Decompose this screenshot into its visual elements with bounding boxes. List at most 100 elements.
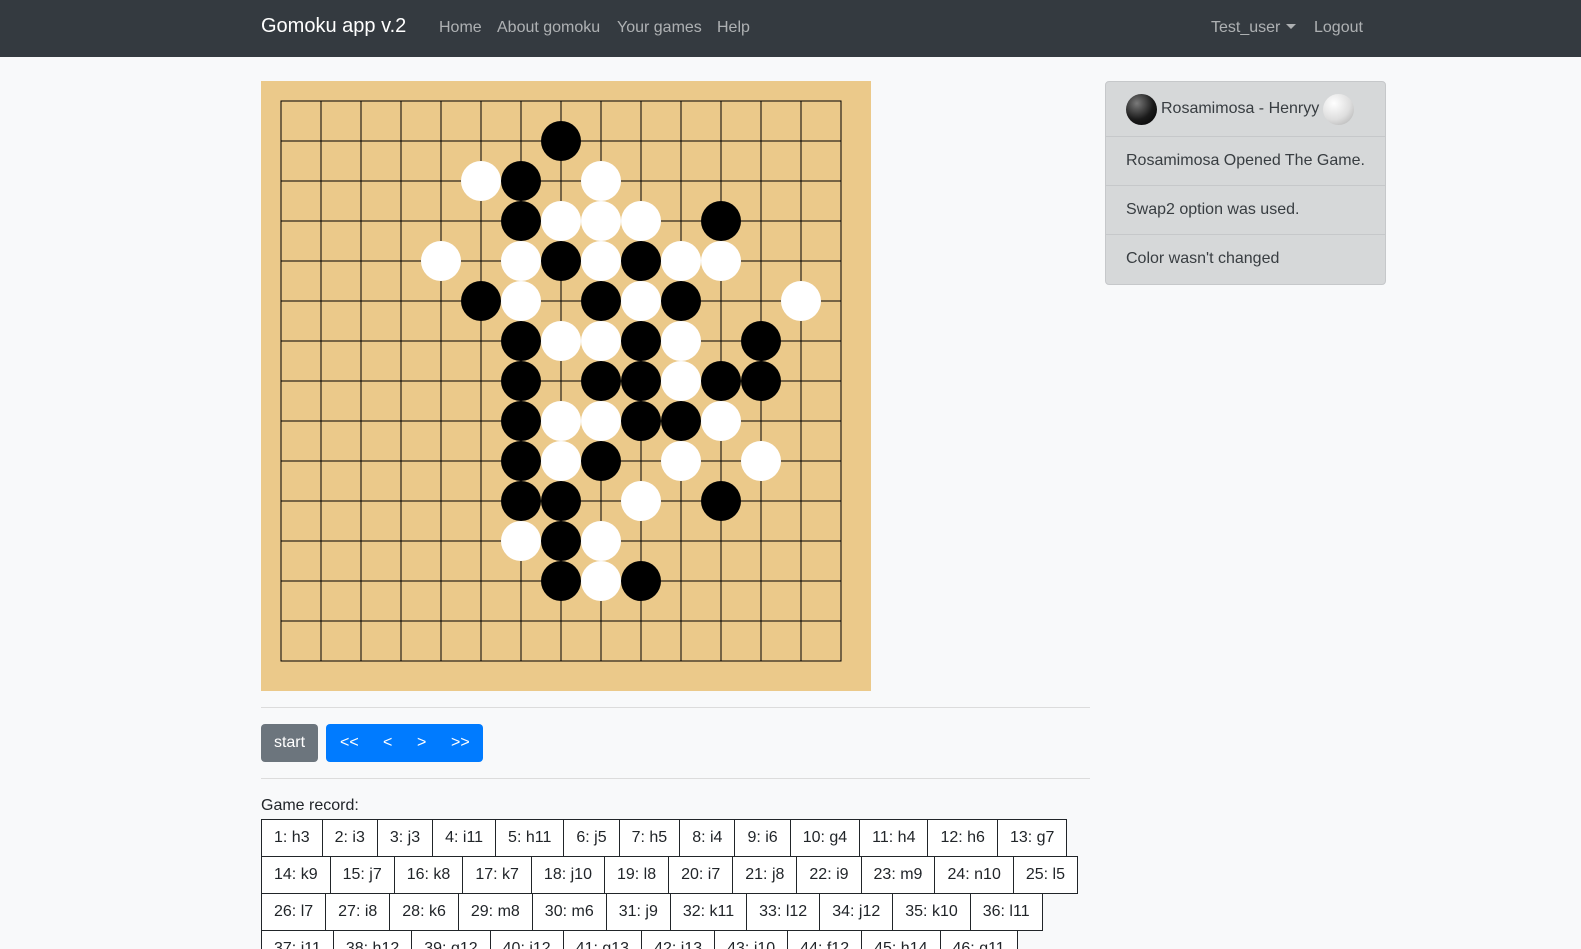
move-entry[interactable]: 26: l7 [261, 893, 327, 931]
move-entry[interactable]: 14: k9 [261, 856, 331, 894]
black-stone [501, 441, 541, 481]
white-stone [701, 241, 741, 281]
black-stone [501, 361, 541, 401]
nav-help[interactable]: Help [717, 19, 750, 37]
move-entry[interactable]: 25: l5 [1012, 856, 1078, 894]
move-entry[interactable]: 3: j3 [376, 819, 434, 857]
move-entry[interactable]: 17: k7 [462, 856, 532, 894]
move-entry[interactable]: 45: h14 [861, 930, 941, 949]
white-stone [661, 361, 701, 401]
move-entry[interactable]: 21: j8 [732, 856, 798, 894]
nav-your-games[interactable]: Your games [617, 19, 702, 37]
previous-move-button[interactable]: < [383, 734, 392, 752]
move-entry[interactable]: 12: h6 [927, 819, 998, 857]
start-button[interactable]: start [261, 724, 318, 762]
white-stone [661, 241, 701, 281]
move-entry[interactable]: 9: i6 [734, 819, 791, 857]
move-entry[interactable]: 8: i4 [679, 819, 736, 857]
black-stone [501, 481, 541, 521]
nav-home[interactable]: Home [439, 19, 482, 37]
white-stone [541, 321, 581, 361]
white-stone [621, 481, 661, 521]
move-entry[interactable]: 15: j7 [329, 856, 395, 894]
first-move-button[interactable]: << [340, 734, 359, 752]
move-entry[interactable]: 43: i10 [714, 930, 789, 949]
white-stone [581, 161, 621, 201]
move-entry[interactable]: 13: g7 [996, 819, 1068, 857]
white-stone [581, 241, 621, 281]
status-message: Color wasn't changed [1126, 250, 1280, 267]
move-entry[interactable]: 16: k8 [393, 856, 464, 894]
navigation-button-group: << < > >> [326, 724, 483, 762]
move-entry[interactable]: 46: g11 [939, 930, 1018, 949]
caret-down-icon [1286, 24, 1297, 29]
move-entry[interactable]: 39: g12 [411, 930, 491, 949]
white-stone [661, 441, 701, 481]
move-entry[interactable]: 32: k11 [669, 893, 748, 931]
move-entry[interactable]: 41: g13 [562, 930, 643, 949]
white-stone [421, 241, 461, 281]
move-entry[interactable]: 28: k6 [389, 893, 459, 931]
move-entry[interactable]: 1: h3 [261, 819, 323, 857]
black-stone [541, 121, 581, 161]
divider [261, 778, 1090, 779]
black-stone [621, 361, 661, 401]
move-entry[interactable]: 22: i9 [796, 856, 862, 894]
user-dropdown[interactable]: Test_user [1211, 19, 1297, 37]
move-entry[interactable]: 24: n10 [934, 856, 1014, 894]
move-entry[interactable]: 37: i11 [261, 930, 334, 949]
move-entry[interactable]: 4: i11 [432, 819, 497, 857]
black-stone [541, 561, 581, 601]
top-navbar: Gomoku app v.2 Home About gomoku Your ga… [0, 0, 1581, 57]
game-record-list: 1: h3 2: i3 3: j3 4: i11 5: h11 6: j5 7: h5 8: … [261, 819, 1091, 949]
black-stone [661, 281, 701, 321]
black-stone [701, 481, 741, 521]
move-entry[interactable]: 11: h4 [859, 819, 929, 857]
black-stone [621, 401, 661, 441]
move-entry[interactable]: 23: m9 [860, 856, 936, 894]
black-stone [661, 401, 701, 441]
move-entry[interactable]: 31: j9 [605, 893, 671, 931]
move-entry[interactable]: 10: g4 [789, 819, 861, 857]
next-move-button[interactable]: > [417, 734, 426, 752]
move-entry[interactable]: 18: j10 [530, 856, 605, 894]
logout-link[interactable]: Logout [1314, 19, 1363, 37]
nav-about-gomoku[interactable]: About gomoku [497, 19, 600, 37]
move-entry[interactable]: 2: i3 [321, 819, 378, 857]
move-entry[interactable]: 33: l12 [746, 893, 821, 931]
move-entry[interactable]: 6: j5 [563, 819, 620, 857]
brand-logo[interactable]: Gomoku app v.2 [261, 15, 406, 38]
user-name: Test_user [1211, 19, 1281, 36]
black-stone [541, 241, 581, 281]
black-stone [701, 361, 741, 401]
white-stone [661, 321, 701, 361]
move-entry[interactable]: 34: j12 [819, 893, 894, 931]
white-stone [581, 521, 621, 561]
players-names: Rosamimosa - Henryy [1161, 100, 1320, 117]
move-entry[interactable]: 5: h11 [495, 819, 565, 857]
move-entry[interactable]: 42: j13 [641, 930, 716, 949]
move-entry[interactable]: 7: h5 [618, 819, 681, 857]
black-stone [501, 401, 541, 441]
move-entry[interactable]: 30: m6 [531, 893, 607, 931]
black-stone [741, 321, 781, 361]
divider [261, 707, 1090, 708]
gomoku-board[interactable] [261, 81, 871, 691]
black-stone [581, 361, 621, 401]
move-entry[interactable]: 35: k10 [892, 893, 971, 931]
move-entry[interactable]: 27: i8 [325, 893, 391, 931]
board-grid[interactable] [261, 81, 871, 691]
move-entry[interactable]: 40: i12 [489, 930, 564, 949]
move-entry[interactable]: 44: f12 [787, 930, 863, 949]
last-move-button[interactable]: >> [451, 734, 470, 752]
black-stone [621, 561, 661, 601]
move-entry[interactable]: 29: m8 [457, 893, 533, 931]
black-stone [501, 321, 541, 361]
move-entry[interactable]: 19: l8 [603, 856, 670, 894]
white-stone [781, 281, 821, 321]
game-record-label: Game record: [261, 797, 359, 814]
move-entry[interactable]: 36: l11 [969, 893, 1043, 931]
game-info-panel: Rosamimosa - Henryy Rosamimosa Opened Th… [1105, 81, 1386, 285]
move-entry[interactable]: 20: i7 [668, 856, 734, 894]
move-entry[interactable]: 38: h12 [332, 930, 413, 949]
